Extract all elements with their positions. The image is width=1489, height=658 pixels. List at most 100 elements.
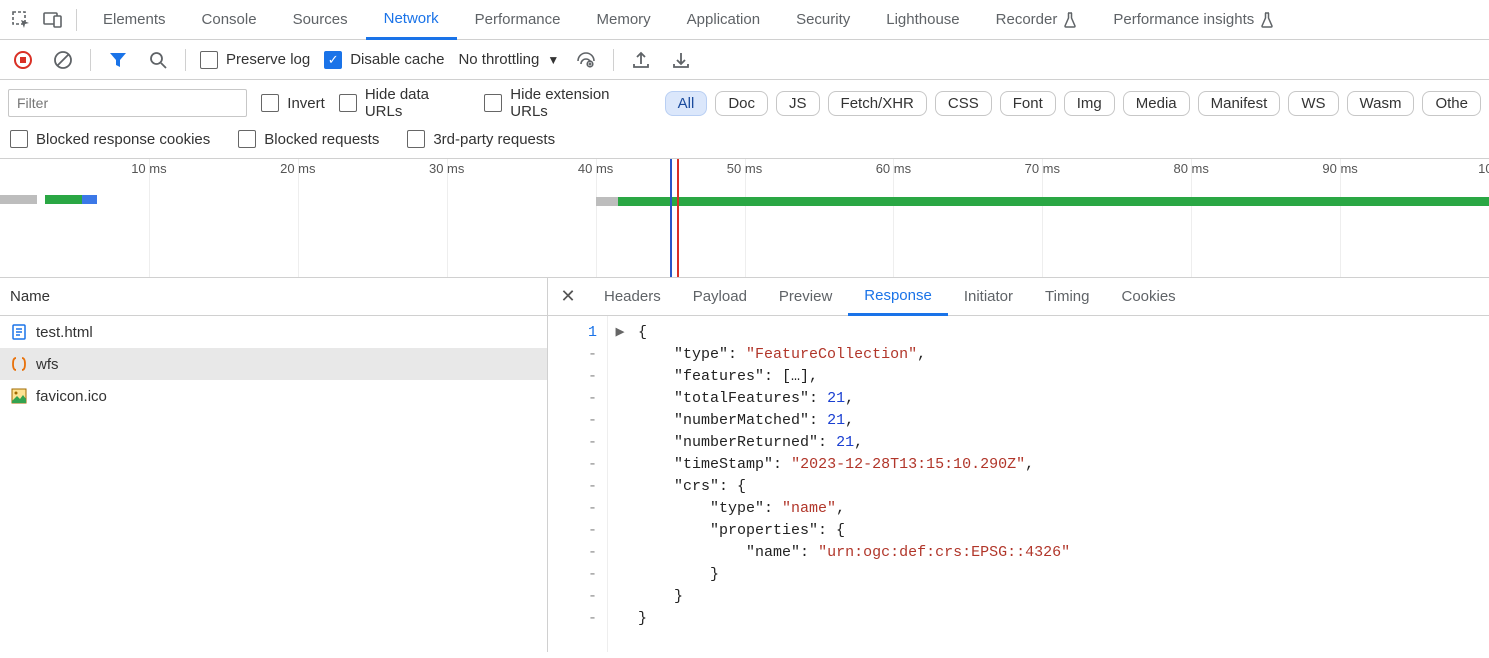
request-row[interactable]: wfs (0, 348, 547, 380)
tab-performance-insights[interactable]: Performance insights (1095, 0, 1292, 40)
filter-type-manifest[interactable]: Manifest (1198, 91, 1281, 116)
separator (185, 49, 186, 71)
img-icon (10, 387, 28, 405)
filter-type-fetchxhr[interactable]: Fetch/XHR (828, 91, 927, 116)
devtools-tabs: ElementsConsoleSourcesNetworkPerformance… (0, 0, 1489, 40)
filter-type-font[interactable]: Font (1000, 91, 1056, 116)
waterfall-marker (677, 159, 679, 277)
waterfall-gridline (1042, 159, 1043, 277)
filter-type-css[interactable]: CSS (935, 91, 992, 116)
waterfall-gridline (1340, 159, 1341, 277)
waterfall-gridline (298, 159, 299, 277)
request-name: wfs (36, 356, 59, 373)
inspect-icon[interactable] (6, 5, 36, 35)
tab-sources[interactable]: Sources (275, 0, 366, 40)
filter-type-wasm[interactable]: Wasm (1347, 91, 1415, 116)
waterfall-gridline (596, 159, 597, 277)
filter-type-js[interactable]: JS (776, 91, 820, 116)
waterfall-gridline (745, 159, 746, 277)
request-row[interactable]: test.html (0, 316, 547, 348)
tab-elements[interactable]: Elements (85, 0, 184, 40)
tab-performance[interactable]: Performance (457, 0, 579, 40)
request-name: favicon.ico (36, 388, 107, 405)
separator (76, 9, 77, 31)
filter-type-othe[interactable]: Othe (1422, 91, 1481, 116)
disable-cache-checkbox[interactable]: Disable cache (324, 51, 444, 69)
separator (613, 49, 614, 71)
json-icon (10, 355, 28, 373)
waterfall-bar (618, 197, 1489, 206)
record-button[interactable] (10, 47, 36, 73)
blocked-requests-checkbox[interactable]: Blocked requests (238, 130, 379, 148)
waterfall-tick-label: 90 ms (1322, 161, 1357, 176)
preserve-log-checkbox[interactable]: Preserve log (200, 51, 310, 69)
detail-tab-preview[interactable]: Preview (763, 278, 848, 316)
filter-type-img[interactable]: Img (1064, 91, 1115, 116)
filter-type-all[interactable]: All (665, 91, 708, 116)
request-name: test.html (36, 324, 93, 341)
waterfall-tick-label: 30 ms (429, 161, 464, 176)
response-body[interactable]: 1------------- ▶ { "type": "FeatureColle… (548, 316, 1489, 652)
tab-application[interactable]: Application (669, 0, 778, 40)
chevron-down-icon: ▼ (547, 53, 559, 67)
flask-icon (1063, 12, 1077, 28)
waterfall-bar (82, 195, 97, 204)
filter-type-ws[interactable]: WS (1288, 91, 1338, 116)
upload-har-icon[interactable] (628, 47, 654, 73)
waterfall-overview[interactable]: 10 ms20 ms30 ms40 ms50 ms60 ms70 ms80 ms… (0, 158, 1489, 278)
waterfall-gridline (447, 159, 448, 277)
tab-console[interactable]: Console (184, 0, 275, 40)
detail-tab-payload[interactable]: Payload (677, 278, 763, 316)
blocked-cookies-checkbox[interactable]: Blocked response cookies (10, 130, 210, 148)
waterfall-tick-label: 60 ms (876, 161, 911, 176)
filter-icon[interactable] (105, 47, 131, 73)
tab-recorder[interactable]: Recorder (978, 0, 1096, 40)
clear-button[interactable] (50, 47, 76, 73)
waterfall-tick-label: 20 ms (280, 161, 315, 176)
network-conditions-icon[interactable] (573, 47, 599, 73)
tab-network[interactable]: Network (366, 0, 457, 40)
tab-memory[interactable]: Memory (579, 0, 669, 40)
detail-tab-response[interactable]: Response (848, 278, 948, 316)
waterfall-bar (596, 197, 618, 206)
detail-tabs: ✕ HeadersPayloadPreviewResponseInitiator… (548, 278, 1489, 316)
close-icon[interactable]: ✕ (548, 286, 588, 307)
throttling-select[interactable]: No throttling ▼ (458, 51, 559, 68)
waterfall-gridline (149, 159, 150, 277)
filter-bar-2: Blocked response cookies Blocked request… (0, 126, 1489, 158)
disable-cache-label: Disable cache (350, 51, 444, 68)
network-toolbar: Preserve log Disable cache No throttling… (0, 40, 1489, 80)
tab-security[interactable]: Security (778, 0, 868, 40)
hide-extension-urls-checkbox[interactable]: Hide extension URLs (484, 86, 650, 120)
detail-tab-headers[interactable]: Headers (588, 278, 677, 316)
request-detail: ✕ HeadersPayloadPreviewResponseInitiator… (548, 278, 1489, 652)
detail-tab-timing[interactable]: Timing (1029, 278, 1105, 316)
doc-icon (10, 323, 28, 341)
fold-toggle[interactable]: ▶ (608, 322, 632, 344)
tab-lighthouse[interactable]: Lighthouse (868, 0, 977, 40)
waterfall-bar (45, 195, 82, 204)
waterfall-marker (670, 159, 672, 277)
hide-data-urls-checkbox[interactable]: Hide data URLs (339, 86, 470, 120)
waterfall-tick-label: 100 (1478, 161, 1489, 176)
filter-type-doc[interactable]: Doc (715, 91, 768, 116)
filter-input[interactable] (8, 89, 247, 117)
invert-checkbox[interactable]: Invert (261, 94, 325, 112)
waterfall-gridline (893, 159, 894, 277)
separator (90, 49, 91, 71)
main-split: Name test.html wfs favicon.ico ✕ HeadersPa… (0, 278, 1489, 652)
request-list-header[interactable]: Name (0, 278, 547, 316)
detail-tab-cookies[interactable]: Cookies (1105, 278, 1191, 316)
device-toggle-icon[interactable] (38, 5, 68, 35)
download-har-icon[interactable] (668, 47, 694, 73)
request-list: Name test.html wfs favicon.ico (0, 278, 548, 652)
waterfall-tick-label: 40 ms (578, 161, 613, 176)
search-icon[interactable] (145, 47, 171, 73)
waterfall-bar (0, 195, 37, 204)
waterfall-tick-label: 10 ms (131, 161, 166, 176)
third-party-checkbox[interactable]: 3rd-party requests (407, 130, 555, 148)
filter-type-media[interactable]: Media (1123, 91, 1190, 116)
detail-tab-initiator[interactable]: Initiator (948, 278, 1029, 316)
throttling-label: No throttling (458, 51, 539, 68)
request-row[interactable]: favicon.ico (0, 380, 547, 412)
